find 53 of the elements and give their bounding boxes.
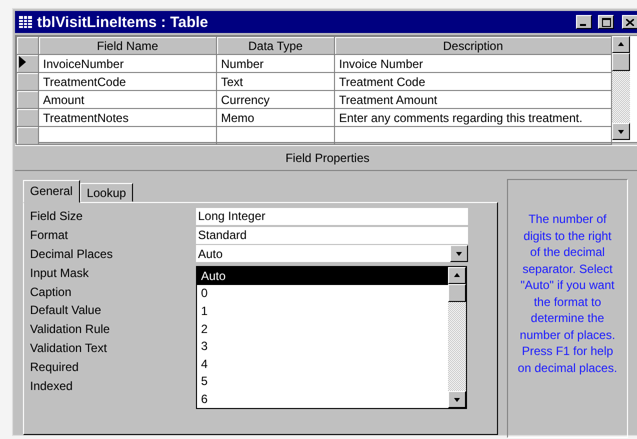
close-button[interactable]	[622, 15, 637, 29]
list-option[interactable]: Auto	[197, 267, 448, 285]
property-field[interactable]: Long Integer	[196, 208, 468, 225]
table-cell: InvoiceNumber	[38, 54, 216, 72]
column-header[interactable]: Description	[334, 36, 612, 54]
column-header[interactable]: Data Type	[216, 36, 334, 54]
down-arrow-icon[interactable]	[616, 127, 626, 136]
table-cell: Number	[216, 54, 334, 72]
property-combo[interactable]: Auto	[196, 245, 468, 262]
maximize-icon	[602, 18, 610, 26]
property-label: Required	[30, 360, 80, 374]
table-cell: Enter any comments regarding this treatment.	[334, 108, 612, 126]
window-title: tblVisitLineItems : Table	[37, 14, 210, 30]
property-label: Indexed	[30, 378, 74, 393]
maximize-button[interactable]	[598, 15, 614, 29]
section-title: Field Properties	[285, 151, 370, 165]
scrollbar[interactable]	[612, 36, 630, 140]
table-cell: Treatment Amount	[334, 90, 612, 108]
table-cell: Treatment Code	[334, 72, 612, 90]
scroll-thumb[interactable]	[448, 284, 466, 302]
minimize-button[interactable]	[576, 15, 592, 29]
table-icon	[19, 16, 32, 28]
dropdown-arrow-icon	[454, 249, 464, 258]
up-arrow-icon[interactable]	[452, 271, 462, 280]
property-label: Validation Rule	[30, 322, 111, 336]
property-label: Decimal Places	[30, 246, 114, 261]
property-label: Validation Text	[30, 340, 108, 355]
property-label: Caption	[30, 284, 72, 299]
property-label: Default Value	[30, 303, 102, 318]
property-label: Format	[30, 228, 70, 242]
close-icon	[626, 18, 634, 26]
table-cell: TreatmentCode	[38, 72, 216, 90]
column-header[interactable]: Field Name	[38, 36, 216, 54]
tab[interactable]: Lookup	[80, 183, 134, 202]
help-text: The number of digits to the right of the decimal separator. Select "Auto" if you want the format to determine the number of places. Press F1 for help on decimal places.	[517, 211, 618, 376]
dropdown-list[interactable]: Auto 0 1 2 3 4 5 6	[196, 266, 467, 409]
table-cell: Invoice Number	[334, 54, 612, 72]
scroll-thumb[interactable]	[612, 53, 630, 71]
scrollbar[interactable]	[448, 267, 466, 408]
tab[interactable]: General	[23, 180, 80, 203]
table-cell: Amount	[38, 90, 216, 108]
current-row-icon	[19, 56, 26, 68]
property-field[interactable]: Standard	[196, 226, 468, 244]
property-label: Input Mask	[30, 266, 90, 280]
down-arrow-icon[interactable]	[452, 395, 462, 404]
table-cell: Currency	[216, 90, 334, 108]
dropdown-button[interactable]	[450, 245, 468, 262]
table-cell: TreatmentNotes	[38, 108, 216, 126]
table-cell: Text	[216, 72, 334, 90]
up-arrow-icon[interactable]	[616, 40, 626, 49]
row-selector[interactable]	[16, 54, 38, 72]
table-cell: Memo	[216, 108, 334, 126]
property-label: Field Size	[30, 209, 84, 224]
